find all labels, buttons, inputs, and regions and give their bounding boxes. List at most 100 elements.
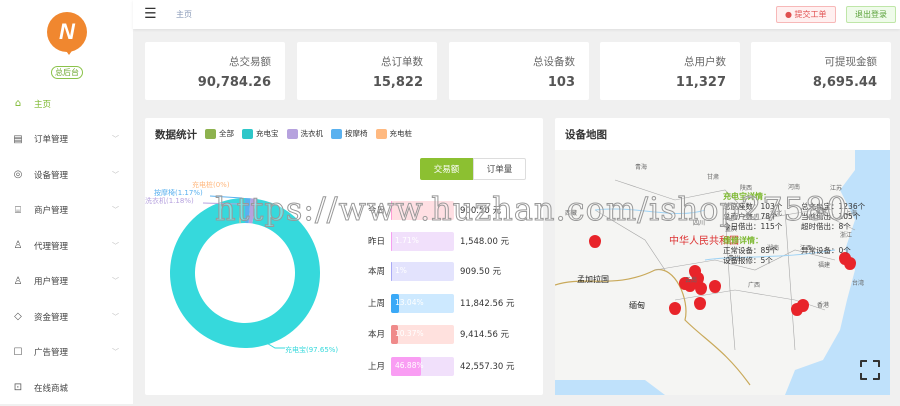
menu-toggle-icon[interactable]: ☰	[144, 7, 157, 21]
progress-fill	[391, 231, 393, 251]
map-place-label: 云南	[685, 277, 698, 284]
chevron-down-icon[interactable]: ﹀	[112, 312, 119, 322]
breadcrumb[interactable]: 主页	[176, 9, 192, 20]
map-place-label: 香港	[817, 302, 830, 309]
sidebar-item-funds[interactable]: ◇ 资金管理 ﹀	[0, 299, 133, 335]
stat-card-user-growth: 总用户数 11,327	[600, 42, 740, 100]
sidebar-item-agent[interactable]: ♙ 代理管理 ﹀	[0, 228, 133, 264]
submit-ticket-button[interactable]: ● 提交工单	[776, 6, 836, 23]
device-icon: ◎	[13, 169, 23, 181]
chevron-down-icon[interactable]: ﹀	[112, 241, 119, 251]
stat-label: 总订单数	[381, 56, 423, 68]
chevron-down-icon[interactable]: ﹀	[112, 276, 119, 286]
sidebar-item-label: 资金管理	[34, 312, 69, 323]
ad-icon: ☐	[13, 346, 23, 358]
home-icon: ⌂	[14, 98, 22, 110]
donut-chart	[170, 195, 321, 349]
stat-card-wallet: 可提现金额 8,695.44	[751, 42, 891, 100]
user-icon: ♙	[13, 275, 23, 287]
map-marker-icon[interactable]	[589, 235, 601, 248]
period-row: 今日 900.50 元	[360, 200, 501, 220]
wallet-icon	[761, 50, 801, 90]
charger-stat: 总底座数：103个	[723, 202, 783, 211]
period-row: 昨日 1.71% 1,548.00 元	[360, 231, 509, 251]
chevron-down-icon[interactable]: ﹀	[112, 134, 119, 144]
chevron-down-icon[interactable]: ﹀	[112, 205, 119, 215]
sidebar-item-store[interactable]: ⌸ 商户管理 ﹀	[0, 193, 133, 229]
map-place-label: 青海	[635, 164, 648, 171]
top-header: ☰ 主页 ● 提交工单 退出登录	[133, 0, 900, 29]
progress-percent: 10.37%	[395, 328, 424, 338]
sidebar-item-label: 设备管理	[34, 170, 69, 181]
period-value: 11,842.56 元	[460, 299, 515, 309]
sidebar-item-home[interactable]: ⌂ 主页	[0, 86, 133, 122]
stat-label: 总用户数	[684, 56, 726, 68]
map-marker-icon[interactable]	[791, 303, 803, 316]
order-icon: ▤	[13, 133, 23, 145]
sidebar-item-label: 广告管理	[34, 348, 69, 359]
charger-stat: 超时借出：8个	[801, 222, 851, 231]
maintenance-stat: 异常设备：0个	[801, 246, 851, 255]
period-row: 上月 46.88% 42,557.30 元	[360, 356, 514, 376]
progress-bar: 10.37%	[391, 324, 454, 344]
stat-value: 8,695.44	[812, 75, 877, 90]
progress-percent: 13.04%	[395, 297, 424, 307]
period-label: 本月	[367, 330, 385, 340]
stat-value: 103	[547, 75, 575, 90]
stat-label: 可提现金额	[824, 56, 878, 68]
progress-bar	[391, 200, 454, 220]
sidebar-item-label: 订单管理	[34, 135, 69, 146]
stat-value: 90,784.26	[197, 75, 271, 90]
progress-fill	[391, 261, 393, 281]
transaction-chart-icon	[155, 50, 195, 90]
logout-button[interactable]: 退出登录	[846, 6, 896, 23]
device-map[interactable]: 青海 甘肃 陕西 河南 江苏 西藏 四川 湖北 安徽 上海 重庆 浙江 湖南 江西 贵州 福建 云南 广西 台湾 孟加…	[555, 150, 890, 395]
map-title: 设备地图	[565, 129, 607, 141]
period-label: 上月	[367, 362, 385, 372]
period-row: 本周 1% 909.50 元	[360, 261, 501, 281]
map-place-label: 广西	[748, 282, 761, 289]
alert-icon: ●	[785, 10, 795, 19]
map-place-label: 孟加拉国	[577, 275, 609, 284]
sidebar-item-label: 在线商城	[34, 383, 69, 394]
role-badge: 总后台	[51, 66, 83, 79]
stat-label: 总设备数	[533, 56, 575, 68]
charger-stat: 今日借出：115个	[723, 222, 783, 231]
map-place-label: 江苏	[830, 185, 843, 192]
period-label: 本周	[367, 267, 385, 277]
stat-label: 总交易额	[229, 56, 271, 68]
map-place-label: 西藏	[565, 210, 578, 217]
sidebar-item-label: 商户管理	[34, 206, 69, 217]
chevron-down-icon[interactable]: ﹀	[112, 347, 119, 357]
brand-logo: N	[47, 12, 87, 55]
sidebar-item-label: 用户管理	[34, 277, 69, 288]
logo-letter: N	[59, 19, 75, 44]
stats-panel: 数据统计 全部 充电宝 洗衣机 按摩椅 充电桩 交易额 订单量 充电桩(0%) 按摩椅(…	[145, 118, 543, 395]
progress-bar: 1.71%	[391, 231, 454, 251]
sidebar-nav: ⌂ 主页 ▤ 订单管理 ﹀ ◎ 设备管理 ﹀ ⌸ 商户管理 ﹀ ♙ 代理管理 ﹀ ♙ 用户管理 ﹀ ◇ 资金管理 ﹀ ☐…	[0, 86, 133, 406]
period-value: 900.50 元	[460, 206, 501, 216]
chevron-down-icon[interactable]: ﹀	[112, 170, 119, 180]
map-info-overlay: 充电宝详情： 总底座数：103个 总充电宝：1236个 总商户数：78个 当前借出：1…	[723, 192, 881, 266]
map-place-label: 台湾	[852, 280, 865, 287]
map-marker-icon[interactable]	[694, 297, 706, 310]
sidebar-item-order[interactable]: ▤ 订单管理 ﹀	[0, 122, 133, 158]
charger-stat: 总商户数：78个	[723, 212, 778, 221]
sidebar-item-user[interactable]: ♙ 用户管理 ﹀	[0, 264, 133, 300]
sidebar-item-device[interactable]: ◎ 设备管理 ﹀	[0, 157, 133, 193]
period-row: 本月 10.37% 9,414.56 元	[360, 324, 509, 344]
pie-label-washer: 洗衣机(1.18%)	[145, 197, 194, 205]
sidebar-item-ad[interactable]: ☐ 广告管理 ﹀	[0, 335, 133, 371]
sidebar-item-shop[interactable]: ⊡ 在线商城	[0, 370, 133, 406]
map-marker-icon[interactable]	[669, 302, 681, 315]
progress-fill	[391, 200, 393, 220]
sidebar: N 总后台 ⌂ 主页 ▤ 订单管理 ﹀ ◎ 设备管理 ﹀ ⌸ 商户管理 ﹀ ♙ 代理管理 ﹀ ♙ 用户管理 ﹀ ◇…	[0, 0, 133, 404]
agent-icon: ♙	[13, 240, 23, 252]
period-value: 9,414.56 元	[460, 330, 510, 340]
map-marker-icon[interactable]	[709, 280, 721, 293]
sidebar-item-label: 主页	[34, 99, 52, 110]
progress-percent: 1%	[395, 265, 407, 275]
map-place-label: 陕西	[740, 185, 753, 192]
charger-stat: 当前借出：105个	[801, 212, 861, 221]
sidebar-item-label: 代理管理	[34, 241, 69, 252]
